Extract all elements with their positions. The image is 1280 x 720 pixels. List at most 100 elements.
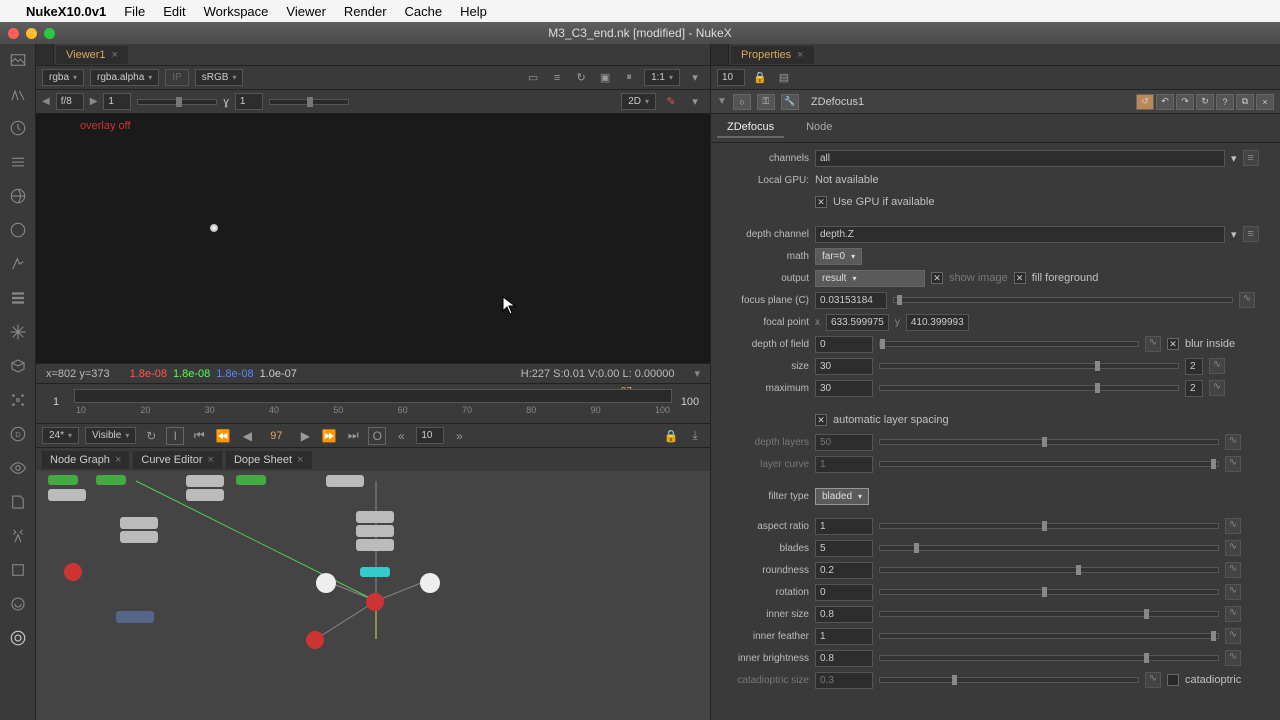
gain-slider[interactable] — [137, 99, 217, 105]
viewer-viewport[interactable]: overlay off — [36, 114, 710, 363]
blades-field[interactable]: 5 — [815, 540, 873, 557]
node[interactable] — [48, 475, 78, 485]
node-graph[interactable] — [36, 471, 710, 720]
node[interactable] — [64, 563, 82, 581]
viewer-tab[interactable]: Viewer1 × — [56, 46, 128, 64]
anim-icon[interactable]: ∿ — [1225, 628, 1241, 644]
dof-slider[interactable] — [879, 341, 1139, 347]
channel-select[interactable]: rgba▾ — [42, 69, 84, 86]
frame-last[interactable]: 100 — [676, 396, 704, 408]
node[interactable] — [236, 475, 266, 485]
refresh-icon[interactable]: ↻ — [572, 69, 590, 87]
lines-icon[interactable]: ≡ — [548, 69, 566, 87]
lock-icon[interactable]: 🔒 — [751, 69, 769, 87]
innerbright-field[interactable]: 0.8 — [815, 650, 873, 667]
caret-icon[interactable]: ▾ — [1231, 152, 1237, 165]
node-name[interactable]: ZDefocus1 — [811, 96, 864, 108]
node[interactable] — [360, 567, 390, 577]
anim-icon[interactable]: ∿ — [1225, 650, 1241, 666]
metadata-tool-icon[interactable] — [8, 492, 28, 512]
node-selected[interactable] — [366, 593, 384, 611]
node[interactable] — [316, 573, 336, 593]
focusplane-field[interactable]: 0.03153184 — [815, 292, 887, 309]
anim-icon[interactable]: ∿ — [1225, 584, 1241, 600]
fps-select[interactable]: 24*▾ — [42, 427, 79, 444]
rotation-field[interactable]: 0 — [815, 584, 873, 601]
gamma-slider[interactable] — [269, 99, 349, 105]
revert-icon[interactable]: ↺ — [1136, 94, 1154, 110]
roi-icon[interactable]: ▣ — [596, 69, 614, 87]
anim-icon[interactable]: ∿ — [1145, 672, 1161, 688]
zoom-select[interactable]: 1:1▾ — [644, 69, 680, 86]
in-icon[interactable]: I — [166, 427, 184, 445]
size-slider[interactable] — [879, 363, 1179, 369]
export-icon[interactable]: ⤓ — [686, 427, 704, 445]
dimension-select[interactable]: 2D▾ — [621, 93, 656, 110]
menu-workspace[interactable]: Workspace — [204, 4, 269, 19]
next-icon[interactable]: ▶ — [90, 96, 98, 107]
tab-dopesheet[interactable]: Dope Sheet× — [226, 451, 312, 469]
node[interactable] — [356, 511, 394, 523]
innersize-slider[interactable] — [879, 611, 1219, 617]
minimize-window-button[interactable] — [26, 28, 37, 39]
output-select[interactable]: result▾ — [815, 270, 925, 287]
menu-render[interactable]: Render — [344, 4, 387, 19]
furnace-tool-icon[interactable] — [8, 594, 28, 614]
aspect-slider[interactable] — [879, 523, 1219, 529]
out-icon[interactable]: O — [368, 427, 386, 445]
step-fwd-icon[interactable]: ⏩ — [320, 427, 338, 445]
keyer-tool-icon[interactable] — [8, 254, 28, 274]
particles-tool-icon[interactable] — [8, 390, 28, 410]
layer-select[interactable]: rgba.alpha▾ — [90, 69, 159, 86]
anim-icon[interactable]: ∿ — [1209, 358, 1225, 374]
depth-mask-button[interactable]: ≡ — [1243, 226, 1259, 242]
float-icon[interactable]: ⧉ — [1236, 94, 1254, 110]
gamma-field[interactable]: 1 — [235, 93, 263, 110]
prev-icon[interactable]: ◀ — [42, 96, 50, 107]
anim-icon[interactable]: ∿ — [1145, 336, 1161, 352]
innerfeather-slider[interactable] — [879, 633, 1219, 639]
max-slider[interactable] — [879, 385, 1179, 391]
step-back-icon[interactable]: ◀ — [238, 427, 256, 445]
focalpt-x-field[interactable]: 633.599975 — [826, 314, 889, 331]
anim-icon[interactable]: ∿ — [1225, 540, 1241, 556]
close-icon[interactable]: × — [297, 454, 303, 466]
blurinside-checkbox[interactable]: ✕ — [1167, 338, 1179, 350]
redo2-icon[interactable]: ↻ — [1196, 94, 1214, 110]
last-frame-icon[interactable]: ⏭ — [344, 427, 362, 445]
anim-icon[interactable]: ∿ — [1225, 434, 1241, 450]
3d-tool-icon[interactable] — [8, 356, 28, 376]
colorspace-select[interactable]: sRGB▾ — [195, 69, 244, 86]
anim-icon[interactable]: ∿ — [1239, 292, 1255, 308]
draw-tool-icon[interactable] — [8, 84, 28, 104]
fillfg-checkbox[interactable]: ✕ — [1014, 272, 1026, 284]
close-icon[interactable]: × — [112, 49, 118, 61]
max2-field[interactable]: 2 — [1185, 380, 1203, 397]
anim-icon[interactable]: ∿ — [1225, 518, 1241, 534]
close-icon[interactable]: × — [208, 454, 214, 466]
anim-icon[interactable]: ∿ — [1225, 456, 1241, 472]
caret-icon[interactable]: ▾ — [1231, 228, 1237, 241]
layercurve-field[interactable]: 1 — [815, 456, 873, 473]
loop-icon[interactable]: ↻ — [142, 427, 160, 445]
time-tool-icon[interactable] — [8, 118, 28, 138]
node[interactable] — [120, 517, 158, 529]
other-tool-icon[interactable] — [8, 560, 28, 580]
visibility-select[interactable]: Visible▾ — [85, 427, 136, 444]
play-icon[interactable]: ▶ — [296, 427, 314, 445]
ip-toggle[interactable]: IP — [165, 69, 188, 86]
transform-tool-icon[interactable] — [8, 322, 28, 342]
focusplane-slider[interactable] — [893, 297, 1233, 303]
innersize-field[interactable]: 0.8 — [815, 606, 873, 623]
innerbright-slider[interactable] — [879, 655, 1219, 661]
node[interactable] — [420, 573, 440, 593]
depthlayers-slider[interactable] — [879, 439, 1219, 445]
node[interactable] — [48, 489, 86, 501]
node[interactable] — [186, 475, 224, 487]
zoom-window-button[interactable] — [44, 28, 55, 39]
properties-tab[interactable]: Properties × — [731, 46, 814, 64]
anim-icon[interactable]: ∿ — [1209, 380, 1225, 396]
node[interactable] — [186, 489, 224, 501]
channel-mask-button[interactable]: ≡ — [1243, 150, 1259, 166]
first-frame-icon[interactable]: ⏮ — [190, 427, 208, 445]
